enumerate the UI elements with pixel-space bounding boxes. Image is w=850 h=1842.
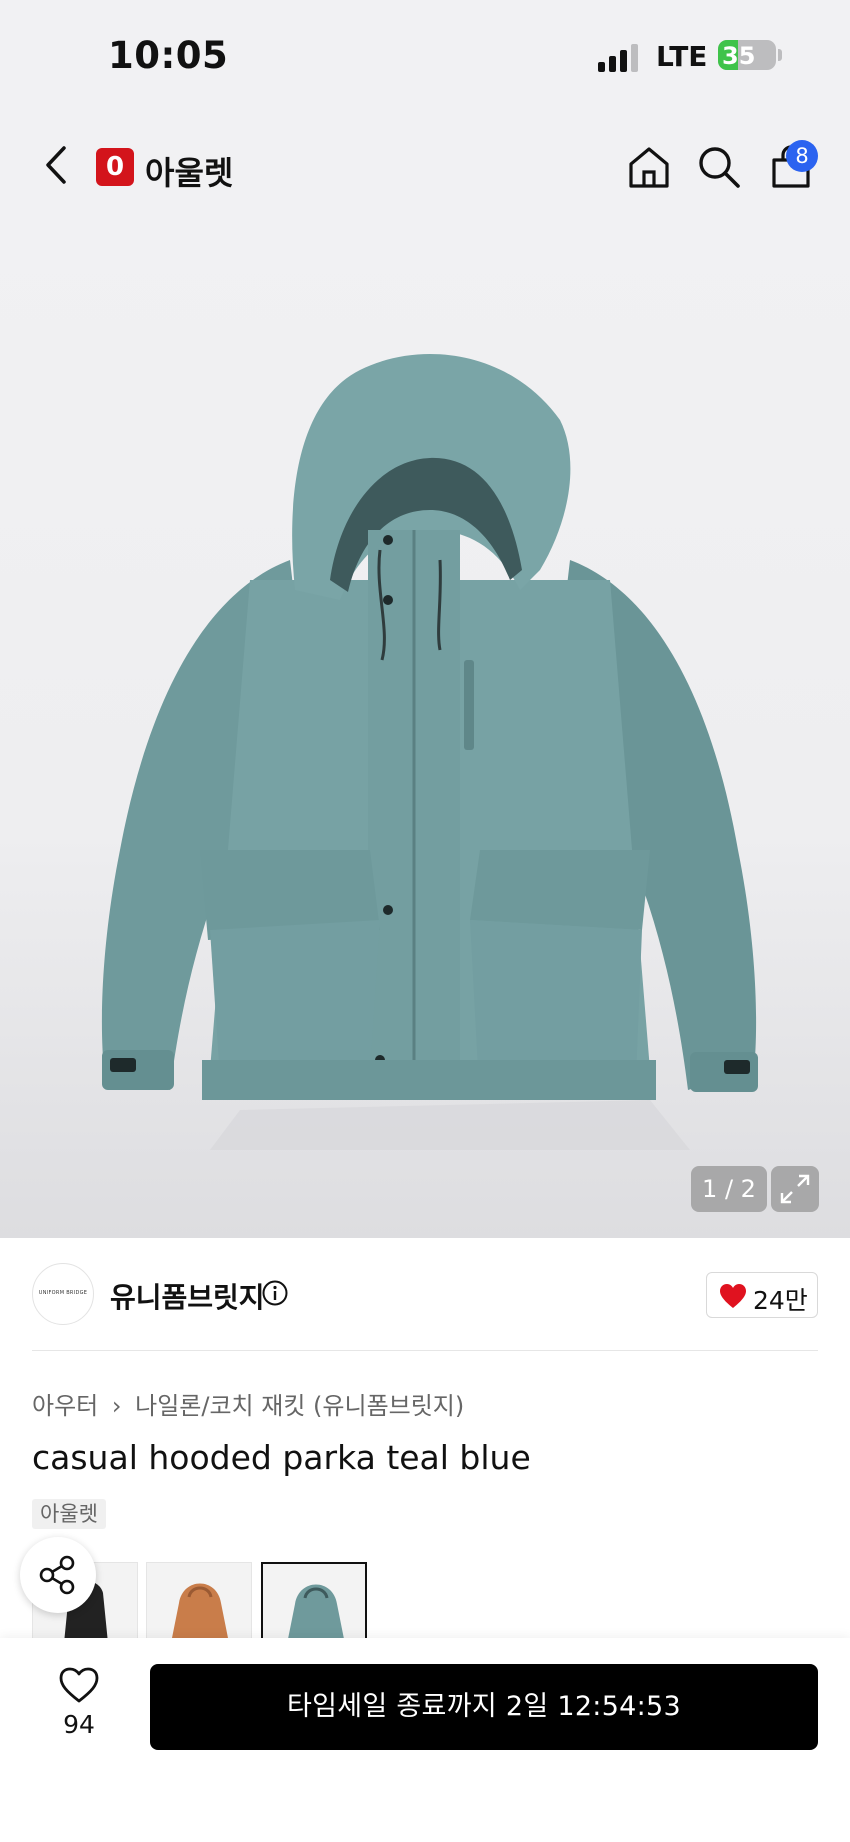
info-icon[interactable] (262, 1280, 288, 1306)
expand-icon (780, 1174, 810, 1204)
breadcrumb-item-category[interactable]: 아우터 (32, 1392, 98, 1420)
heart-icon (720, 1284, 746, 1308)
breadcrumb: 아우터 › 나일론/코치 재킷 (유니폼브릿지) (32, 1386, 464, 1421)
network-label: LTE (656, 40, 708, 73)
bottom-action-bar: 94 타임세일 종료까지 2일 12:54:53 (0, 1638, 850, 1842)
brand-avatar[interactable]: UNIFORM BRIDGE (32, 1263, 94, 1325)
battery-tip (778, 49, 782, 61)
search-icon[interactable] (696, 144, 742, 190)
buy-button[interactable]: 타임세일 종료까지 2일 12:54:53 (150, 1664, 818, 1750)
breadcrumb-item-subcategory[interactable]: 나일론/코치 재킷 (유니폼브릿지) (135, 1392, 464, 1420)
battery-icon: 35 (718, 40, 776, 70)
wishlist-button[interactable]: 94 (42, 1666, 116, 1746)
status-time: 10:05 (108, 34, 229, 77)
share-button[interactable] (20, 1537, 96, 1613)
product-gallery[interactable]: 1 / 2 (0, 220, 850, 1238)
chevron-right-icon: › (111, 1392, 122, 1420)
signal-icon (598, 44, 638, 72)
screen: 10:05 LTE 35 0 아울렛 8 1 / 2 UNIFORM BRIDG… (0, 0, 850, 1842)
brand-like-button[interactable]: 24만 (706, 1272, 818, 1318)
back-icon[interactable] (36, 144, 76, 186)
product-title: casual hooded parka teal blue (32, 1438, 531, 1477)
nav-bar: 0 아울렛 8 (0, 110, 850, 220)
product-image (101, 354, 758, 1150)
status-bar: 10:05 LTE 35 (0, 0, 850, 110)
gallery-page-indicator: 1 / 2 (691, 1166, 767, 1212)
divider (32, 1350, 818, 1351)
page-title[interactable]: 아울렛 (145, 148, 233, 194)
expand-image-button[interactable] (771, 1166, 819, 1212)
brand-row: UNIFORM BRIDGE 유니폼브릿지 24만 (0, 1238, 850, 1352)
brand-like-count: 24만 (753, 1286, 808, 1315)
share-icon (39, 1555, 75, 1595)
brand-name[interactable]: 유니폼브릿지 (110, 1276, 265, 1316)
cart-count-badge: 8 (786, 140, 818, 172)
wishlist-count: 94 (63, 1710, 95, 1739)
heart-outline-icon (59, 1667, 99, 1703)
brand-avatar-text: UNIFORM BRIDGE (38, 1290, 88, 1296)
battery-level: 35 (722, 42, 756, 70)
outlet-logo[interactable]: 0 (96, 148, 134, 186)
home-icon[interactable] (626, 144, 672, 190)
outlet-tag: 아울렛 (32, 1499, 106, 1529)
